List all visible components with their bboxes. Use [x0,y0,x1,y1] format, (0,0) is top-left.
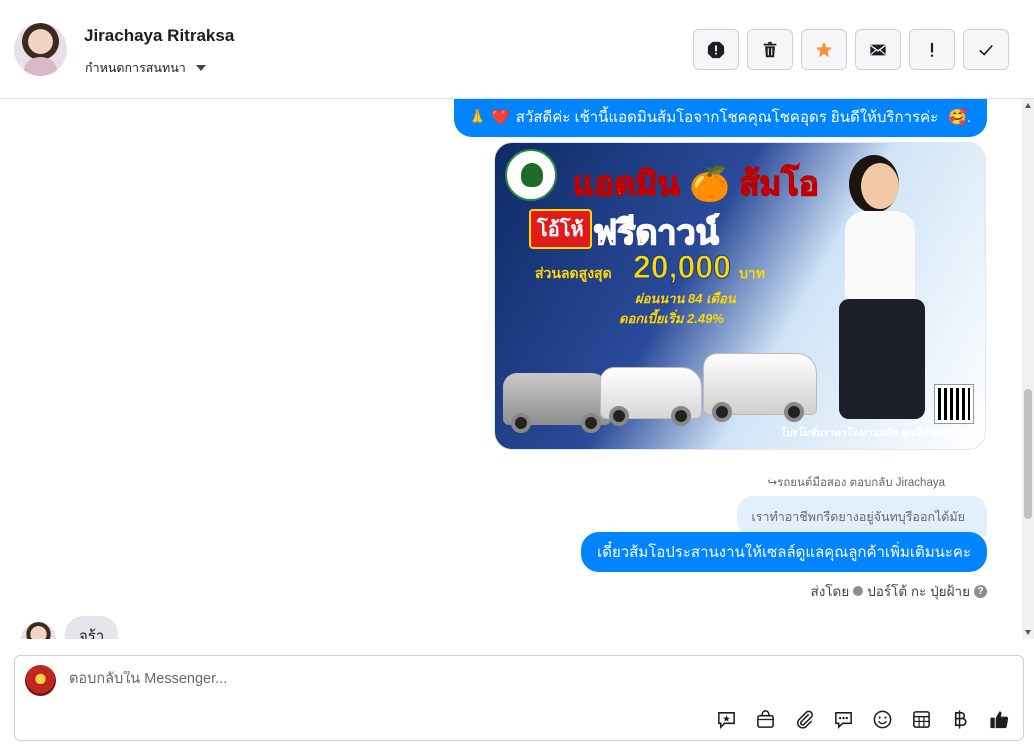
attach-file-button[interactable] [792,707,816,731]
greeting-text: สวัสดีค่ะ เช้านี้แอดมินส้มโอจากโชคคุณโชค… [515,109,939,126]
table-grid-icon [912,710,930,728]
sent-by-label: ส่งโดย ปอร์โต้ กะ ปุ่ยฝ้าย ? [810,580,987,602]
mark-done-button[interactable] [963,29,1009,70]
scroll-up-arrow-icon[interactable] [1025,103,1031,108]
heart-emoji: ❤️ [491,109,510,126]
paperclip-icon [796,710,813,729]
contact-avatar-small[interactable] [21,622,56,639]
exclamation-icon [930,42,934,57]
reply-input[interactable] [69,671,669,687]
like-button[interactable] [987,707,1011,731]
promo-model-figure [825,163,935,449]
dealer-logo [505,149,557,201]
envelope-icon [870,44,886,55]
scrollbar-thumb[interactable] [1024,389,1032,519]
baht-icon [954,709,966,729]
contact-avatar[interactable] [14,23,67,76]
appointment-button[interactable] [909,707,933,731]
promo-installment: ผ่อนนาน 84 เดือน [635,291,736,306]
incoming-message[interactable]: จร้า [65,616,119,639]
promo-badge: โอ้โห้ [529,209,592,249]
trash-icon [763,41,777,57]
composer-tools [714,707,1011,731]
shop-bag-icon [756,709,774,728]
contact-name[interactable]: Jirachaya Ritraksa [84,26,234,46]
checkmark-icon [979,44,993,56]
outgoing-reply-message[interactable]: เดี๋ยวส้มโอประสานงานให้เซลล์ดูแลคุณลูกค้… [581,532,987,572]
promo-image-attachment[interactable]: แอดมิน 🍊 ส้มโอ โอ้โห้ ฟรีดาวน์ ส่วนลดสูง… [494,142,986,450]
qr-code [934,384,974,424]
report-spam-button[interactable] [693,29,739,70]
help-icon[interactable]: ? [974,584,987,598]
chat-bubbles-icon [834,711,852,729]
sent-by-name[interactable]: ปอร์โต้ กะ ปุ่ยฝ้าย [867,580,970,602]
promo-discount-unit: บาท [739,265,765,281]
mark-unread-button[interactable] [855,29,901,70]
thread-scrollbar[interactable] [1022,99,1034,639]
promo-interest: ดอกเบี้ยเริ่ม 2.49% [619,311,724,326]
verified-icon [853,586,864,596]
smiling-hearts-emoji: 🥰. [948,109,971,126]
message-composer [14,655,1024,741]
saved-reply-icon [717,711,735,729]
quick-replies-button[interactable] [831,707,855,731]
conversation-actions [693,29,1009,70]
reply-context-label: ↪รถยนต์มือสอง ตอบกลับ Jirachaya [767,477,945,489]
message-thread[interactable]: 🙏 ❤️ สวัสดีค่ะ เช้านี้แอดมินส้มโอจากโชคค… [0,99,1022,639]
promo-discount-amount: 20,000 [633,249,732,286]
page-avatar [25,665,56,696]
emoji-button[interactable] [870,707,894,731]
caret-down-icon [195,65,206,71]
thumbs-up-icon [989,710,1008,728]
quoted-message[interactable]: เราทำอาชีพกรีดยางอยู่จันทบุรีออกได้มัย [737,496,987,536]
star-icon [815,41,833,57]
shop-button[interactable] [753,707,777,731]
pray-emoji: 🙏 [468,109,488,126]
promo-title: แอดมิน 🍊 ส้มโอ [572,164,819,203]
outgoing-greeting-message[interactable]: 🙏 ❤️ สวัสดีค่ะ เช้านี้แอดมินส้มโอจากโชคค… [454,99,987,137]
saved-replies-button[interactable] [714,707,738,731]
smiley-icon [873,710,891,728]
car-sedan [503,373,611,433]
scroll-down-arrow-icon[interactable] [1025,630,1031,635]
promo-discount-label: ส่วนลดสูงสุด [535,265,612,281]
assign-conversation-dropdown[interactable]: กำหนดการสนทนา [85,58,206,78]
sent-by-prefix: ส่งโดย [810,584,850,599]
assign-conversation-label: กำหนดการสนทนา [85,61,186,75]
payment-button[interactable] [948,707,972,731]
car-pickup-white [600,367,702,426]
promo-footer: โปรโมชั่นราคาโรงงานผลิต คุณได้รถที่ถูกกว… [779,428,975,439]
alert-octagon-icon [707,41,725,58]
star-button[interactable] [801,29,847,70]
follow-up-button[interactable] [909,29,955,70]
conversation-header: Jirachaya Ritraksa กำหนดการสนทนา [0,0,1034,99]
car-pickup-cage [703,353,817,422]
delete-button[interactable] [747,29,793,70]
